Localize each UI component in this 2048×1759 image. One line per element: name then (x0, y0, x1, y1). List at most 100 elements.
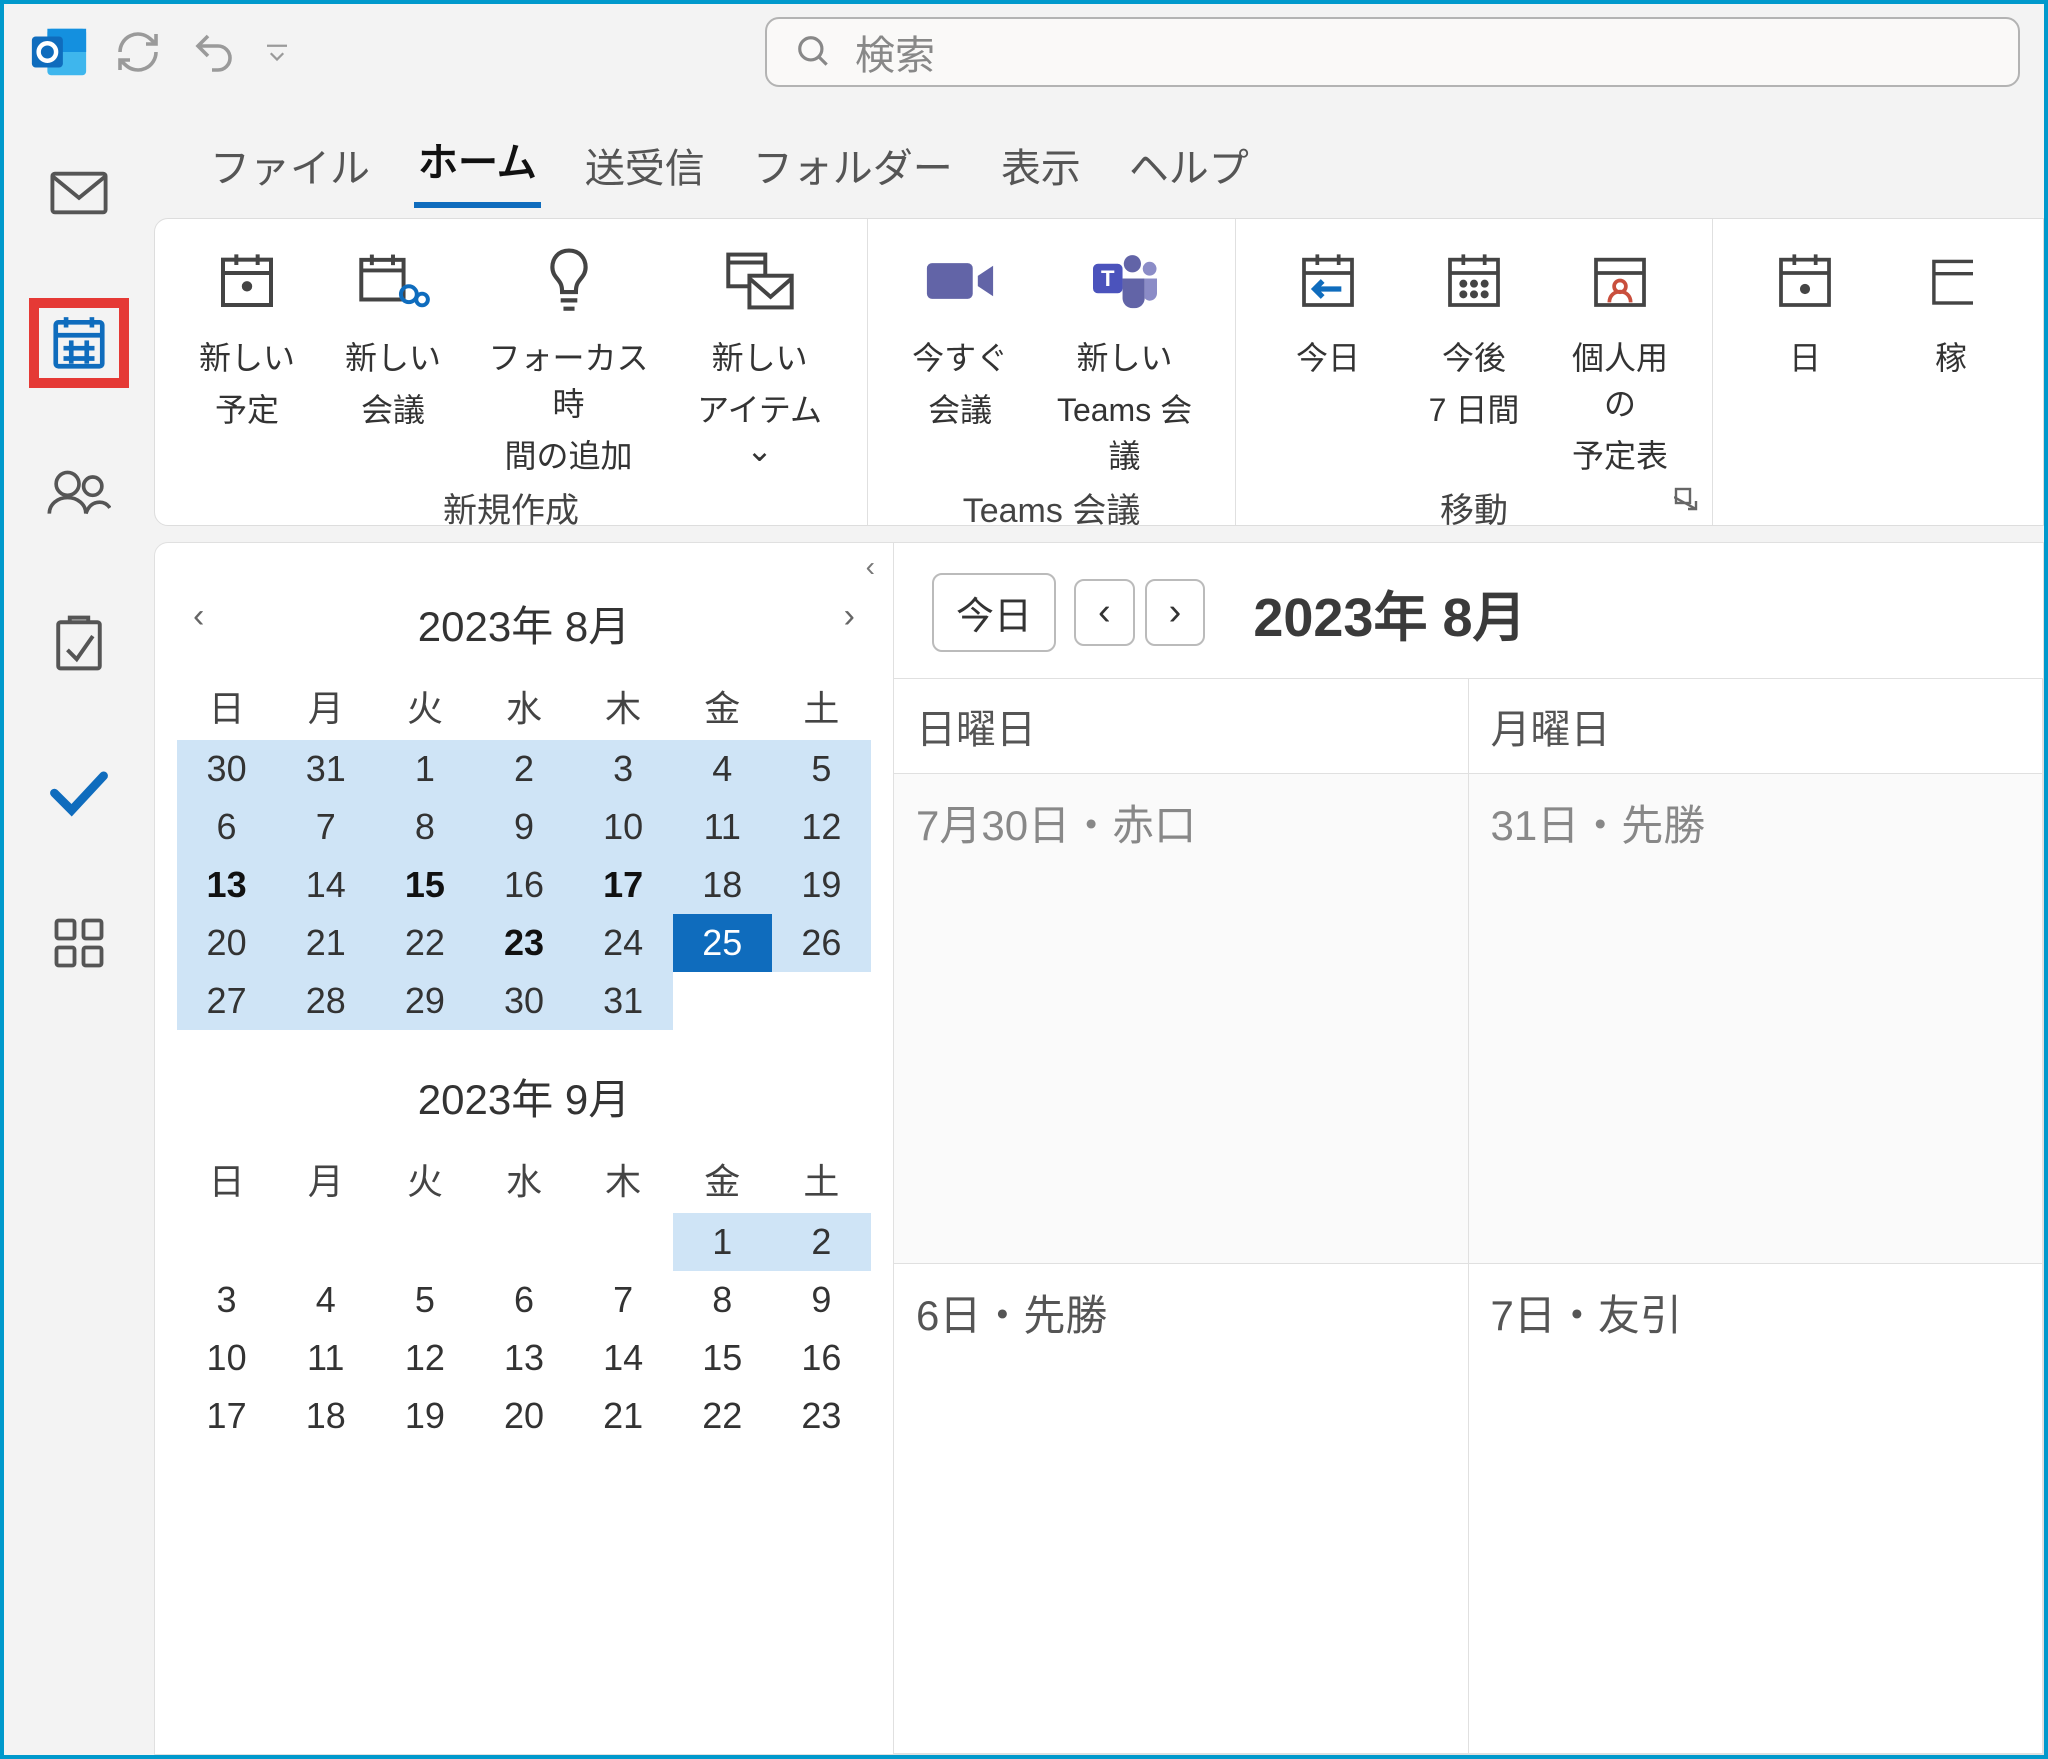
minical-day[interactable]: 13 (474, 1329, 573, 1387)
minical-day[interactable]: 28 (276, 972, 375, 1030)
minical-day[interactable]: 6 (177, 798, 276, 856)
ribbon-button-1-1[interactable]: T新しいTeams 会議 (1042, 229, 1207, 477)
minical-day[interactable]: 21 (574, 1387, 673, 1445)
undo-icon[interactable] (186, 24, 242, 80)
minical-day[interactable]: 16 (474, 856, 573, 914)
minical-day[interactable]: 18 (673, 856, 772, 914)
calendar-cell[interactable]: 31日・先勝 (1469, 774, 2044, 1263)
ribbon-tab-1[interactable]: ホーム (414, 120, 541, 208)
minical-day[interactable]: 7 (574, 1271, 673, 1329)
minical-day[interactable]: 3 (574, 740, 673, 798)
minical-day[interactable]: 5 (772, 740, 871, 798)
apprail-notes[interactable] (39, 608, 119, 678)
minical-day[interactable]: 11 (673, 798, 772, 856)
qat-customize-icon[interactable] (262, 37, 302, 67)
refresh-icon[interactable] (110, 24, 166, 80)
minical-day[interactable]: 21 (276, 914, 375, 972)
minical-day[interactable]: 1 (375, 740, 474, 798)
minical-day[interactable]: 13 (177, 856, 276, 914)
minical-day[interactable]: 14 (276, 856, 375, 914)
minical-day[interactable]: 12 (375, 1329, 474, 1387)
calendar-cell[interactable]: 6日・先勝 (894, 1264, 1469, 1753)
ribbon-button-0-3[interactable]: 新しいアイテム ⌄ (680, 229, 839, 469)
apprail-more-apps[interactable] (39, 908, 119, 978)
minical-day (673, 972, 772, 1030)
minical-day[interactable]: 27 (177, 972, 276, 1030)
minical-day[interactable]: 22 (375, 914, 474, 972)
minical-day[interactable]: 16 (772, 1329, 871, 1387)
minical-day[interactable]: 22 (673, 1387, 772, 1445)
apprail-tasks[interactable] (39, 758, 119, 828)
minical-day[interactable]: 5 (375, 1271, 474, 1329)
minical-day[interactable]: 30 (474, 972, 573, 1030)
minical-day[interactable]: 2 (772, 1213, 871, 1271)
minical-day[interactable]: 9 (772, 1271, 871, 1329)
minical-day[interactable]: 26 (772, 914, 871, 972)
prev-period-button[interactable]: ‹ (1074, 579, 1135, 646)
ribbon-button-2-0[interactable]: 今日 (1264, 229, 1392, 385)
apprail-calendar[interactable] (39, 308, 119, 378)
next-period-button[interactable]: › (1145, 579, 1206, 646)
minical-day[interactable]: 31 (276, 740, 375, 798)
minical-prev-button[interactable]: ‹ (183, 593, 214, 640)
minical-day[interactable]: 6 (474, 1271, 573, 1329)
minical-day[interactable]: 3 (177, 1271, 276, 1329)
minical-day[interactable]: 15 (375, 856, 474, 914)
ribbon-tab-2[interactable]: 送受信 (581, 126, 709, 208)
minical-day[interactable]: 1 (673, 1213, 772, 1271)
minical-day[interactable]: 14 (574, 1329, 673, 1387)
collapse-sidebar-icon[interactable]: ‹ (866, 551, 875, 583)
minical-day[interactable]: 31 (574, 972, 673, 1030)
minical-day[interactable]: 17 (177, 1387, 276, 1445)
minical-day[interactable]: 24 (574, 914, 673, 972)
minical-day[interactable]: 20 (474, 1387, 573, 1445)
minical-day[interactable]: 12 (772, 798, 871, 856)
ribbon-tab-3[interactable]: フォルダー (749, 126, 957, 208)
minical-day[interactable]: 30 (177, 740, 276, 798)
ribbon-tab-5[interactable]: ヘルプ (1125, 126, 1253, 208)
minical-day (574, 1213, 673, 1271)
minical-day[interactable]: 8 (375, 798, 474, 856)
calendar-cell[interactable]: 7月30日・赤口 (894, 774, 1469, 1263)
minical-day[interactable]: 8 (673, 1271, 772, 1329)
ribbon-button-label: 稼 (1935, 333, 1967, 379)
minical-next-button[interactable]: › (834, 593, 865, 640)
mini-calendar-1: 2023年 9月日月火水木金土1234567891011121314151617… (177, 1060, 871, 1445)
minical-day[interactable]: 2 (474, 740, 573, 798)
ribbon-tab-4[interactable]: 表示 (997, 126, 1085, 208)
minical-day[interactable]: 10 (574, 798, 673, 856)
ribbon-tab-0[interactable]: ファイル (206, 126, 374, 208)
ribbon-button-3-1[interactable]: 稼 (1887, 229, 2015, 385)
minical-day[interactable]: 9 (474, 798, 573, 856)
minical-day[interactable]: 17 (574, 856, 673, 914)
apprail-mail[interactable] (39, 158, 119, 228)
minical-day[interactable]: 15 (673, 1329, 772, 1387)
dialog-launcher-icon[interactable] (1674, 487, 1702, 515)
ribbon-button-0-0[interactable]: 新しい予定 (183, 229, 311, 431)
ribbon-button-0-1[interactable]: 新しい会議 (329, 229, 457, 431)
ribbon-button-0-2[interactable]: フォーカス時間の追加 (475, 229, 662, 477)
minical-day[interactable]: 29 (375, 972, 474, 1030)
today-button[interactable]: 今日 (932, 573, 1056, 652)
minical-day[interactable]: 19 (375, 1387, 474, 1445)
search-box[interactable]: 検索 (765, 17, 2020, 87)
minical-day[interactable]: 23 (474, 914, 573, 972)
ribbon-button-1-0[interactable]: 今すぐ会議 (896, 229, 1024, 431)
minical-day[interactable]: 18 (276, 1387, 375, 1445)
minical-day[interactable]: 23 (772, 1387, 871, 1445)
apprail-people[interactable] (39, 458, 119, 528)
minical-day[interactable]: 4 (673, 740, 772, 798)
minical-day[interactable]: 20 (177, 914, 276, 972)
calendar-cell[interactable]: 7日・友引 (1469, 1264, 2044, 1753)
minical-dow: 水 (474, 672, 573, 740)
minical-day[interactable]: 19 (772, 856, 871, 914)
minical-day[interactable]: 7 (276, 798, 375, 856)
ribbon-button-2-1[interactable]: 今後7 日間 (1410, 229, 1538, 431)
ribbon-button-3-0[interactable]: 日 (1741, 229, 1869, 385)
ribbon-button-icon (1929, 235, 1973, 327)
minical-day[interactable]: 10 (177, 1329, 276, 1387)
minical-day[interactable]: 25 (673, 914, 772, 972)
minical-day[interactable]: 4 (276, 1271, 375, 1329)
minical-day[interactable]: 11 (276, 1329, 375, 1387)
ribbon-button-2-2[interactable]: 個人用の予定表 (1556, 229, 1684, 477)
